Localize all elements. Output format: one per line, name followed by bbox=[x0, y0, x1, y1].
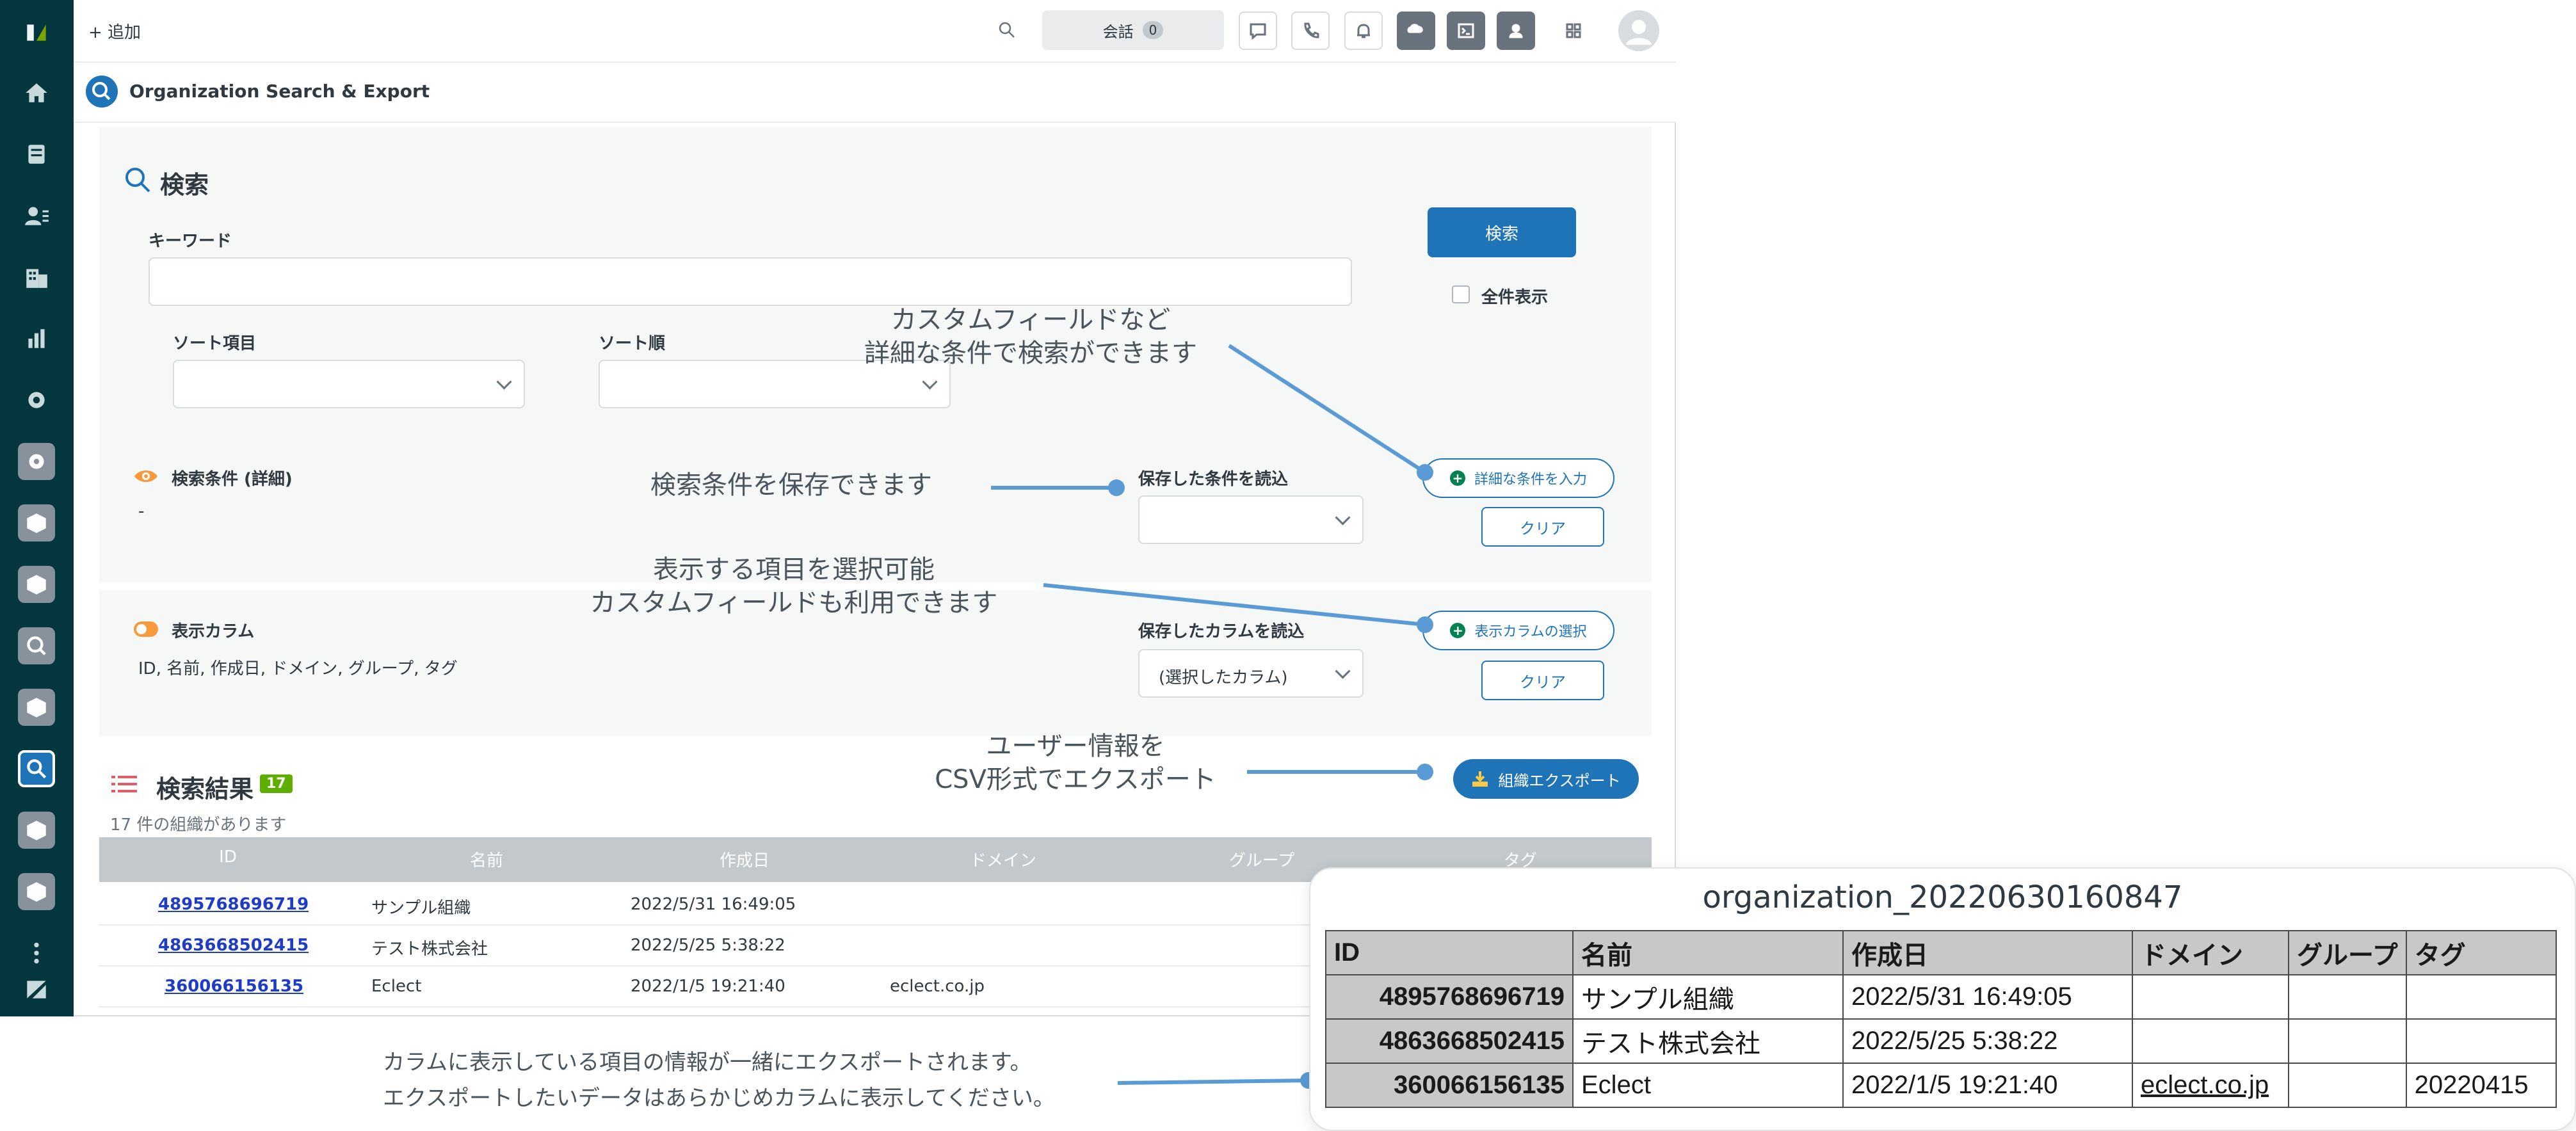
sheet-cell-group bbox=[2288, 974, 2407, 1020]
sheet-cell-name: テスト株式会社 bbox=[1572, 1018, 1844, 1064]
sheet-cell-tag bbox=[2405, 974, 2557, 1020]
annotation-advanced: カスタムフィールドなど 詳細な条件で検索ができます bbox=[826, 303, 1236, 370]
sheet-cell-domain: eclect.co.jp bbox=[2132, 1063, 2289, 1108]
sheet-header-created: 作成日 bbox=[1842, 930, 2133, 975]
sheet-cell-domain bbox=[2132, 1018, 2289, 1064]
sheet-header-group: グループ bbox=[2288, 930, 2407, 975]
annotation-columns-line1: 表示する項目を選択可能 bbox=[653, 555, 935, 584]
sheet-cell-tag bbox=[2405, 1018, 2557, 1064]
export-preview-table: ID 名前 作成日 ドメイン グループ タグ 4895768696719 サンプ… bbox=[1325, 930, 2557, 1108]
sheet-header-tag: タグ bbox=[2405, 930, 2557, 975]
sheet-cell-name: サンプル組織 bbox=[1572, 974, 1844, 1020]
annotation-note-line2: エクスポートしたいデータはあらかじめカラムに表示してください。 bbox=[383, 1086, 1055, 1111]
sheet-cell-group bbox=[2288, 1063, 2407, 1108]
annotation-note: カラムに表示している項目の情報が一緒にエクスポートされます。 エクスポートしたい… bbox=[383, 1045, 1055, 1116]
sheet-row: 4863668502415 テスト株式会社 2022/5/25 5:38:22 bbox=[1325, 1018, 2557, 1064]
sheet-cell-name: Eclect bbox=[1572, 1063, 1844, 1108]
export-filename: organization_20220630160847 bbox=[1702, 879, 2183, 915]
annotation-save-conditions: 検索条件を保存できます bbox=[650, 470, 932, 500]
annotation-export-line1: ユーザー情報を bbox=[986, 732, 1165, 761]
sheet-cell-group bbox=[2288, 1018, 2407, 1064]
sheet-cell-tag: 20220415 bbox=[2405, 1063, 2557, 1108]
annotation-export-line2: CSV形式でエクスポート bbox=[935, 765, 1216, 794]
sheet-cell-id: 360066156135 bbox=[1325, 1063, 1574, 1108]
annotation-advanced-line1: カスタムフィールドなど bbox=[890, 305, 1171, 335]
annotation-columns-line2: カスタムフィールドも利用できます bbox=[590, 588, 998, 618]
annotation-export: ユーザー情報を CSV形式でエクスポート bbox=[909, 730, 1242, 796]
annotation-note-line1: カラムに表示している項目の情報が一緒にエクスポートされます。 bbox=[383, 1050, 1032, 1075]
sheet-cell-id: 4895768696719 bbox=[1325, 974, 1574, 1020]
sheet-header-domain: ドメイン bbox=[2132, 930, 2289, 975]
sheet-row: 360066156135 Eclect 2022/1/5 19:21:40 ec… bbox=[1325, 1063, 2557, 1108]
sheet-cell-created: 2022/5/31 16:49:05 bbox=[1842, 974, 2133, 1020]
sheet-cell-id: 4863668502415 bbox=[1325, 1018, 1574, 1064]
annotation-columns: 表示する項目を選択可能 カスタムフィールドも利用できます bbox=[557, 553, 1031, 620]
sheet-header-name: 名前 bbox=[1572, 930, 1844, 975]
sheet-cell-created: 2022/1/5 19:21:40 bbox=[1842, 1063, 2133, 1108]
annotation-advanced-line2: 詳細な条件で検索ができます bbox=[864, 339, 1197, 368]
sheet-header-row: ID 名前 作成日 ドメイン グループ タグ bbox=[1325, 930, 2557, 975]
sheet-cell-created: 2022/5/25 5:38:22 bbox=[1842, 1018, 2133, 1064]
sheet-cell-domain bbox=[2132, 974, 2289, 1020]
sheet-header-id: ID bbox=[1325, 930, 1574, 975]
sheet-row: 4895768696719 サンプル組織 2022/5/31 16:49:05 bbox=[1325, 974, 2557, 1020]
